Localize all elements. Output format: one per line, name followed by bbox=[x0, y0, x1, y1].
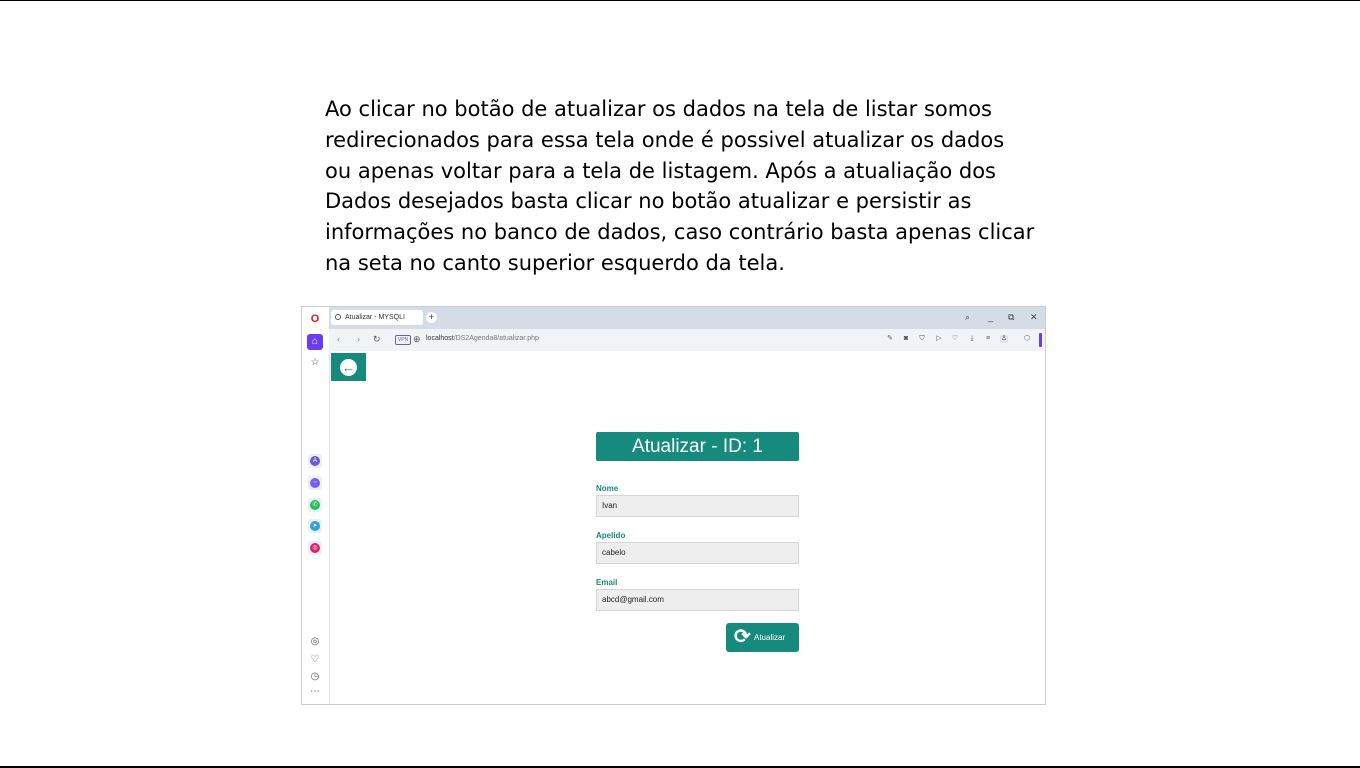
new-tab-button[interactable]: + bbox=[426, 312, 437, 323]
apelido-label: Apelido bbox=[596, 531, 626, 540]
url-host: localhost bbox=[426, 335, 454, 342]
globe-icon bbox=[335, 314, 341, 320]
opera-logo-icon[interactable]: O bbox=[309, 313, 321, 325]
nome-input[interactable]: Ivan bbox=[596, 495, 799, 517]
back-button[interactable]: ← bbox=[331, 353, 366, 381]
close-icon[interactable]: ✕ bbox=[1030, 311, 1038, 323]
download-icon[interactable]: ⤓ bbox=[968, 335, 976, 343]
target-icon[interactable]: ◎ bbox=[309, 636, 321, 648]
address-bar: ‹ › ↻ VPN ⊕ localhost/DS2Agenda8/atualiz… bbox=[329, 329, 1045, 352]
url-field[interactable]: localhost/DS2Agenda8/atualizar.php bbox=[426, 334, 539, 344]
tab-atualizar[interactable]: Atualizar - MYSQLI bbox=[331, 310, 423, 325]
site-info-icon[interactable]: ⊕ bbox=[413, 333, 421, 345]
minimize-icon[interactable]: _ bbox=[988, 311, 993, 323]
email-label: Email bbox=[596, 578, 618, 587]
history-icon[interactable]: ◷ bbox=[309, 671, 321, 683]
apelido-input[interactable]: cabelo bbox=[596, 542, 799, 564]
form-title: Atualizar - ID: 1 bbox=[596, 432, 799, 461]
search-icon[interactable]: ⌕ bbox=[965, 311, 970, 323]
description-line: Ao clicar no botão de atualizar os dados… bbox=[325, 97, 992, 121]
home-icon[interactable]: ⌂ bbox=[307, 334, 323, 350]
description-line: ou apenas voltar para a tela de listagem… bbox=[325, 158, 996, 183]
back-nav-icon[interactable]: ‹ bbox=[337, 333, 340, 345]
tab-title: Atualizar - MYSQLI bbox=[345, 314, 405, 321]
play-icon[interactable]: ▷ bbox=[935, 335, 943, 343]
url-path: /DS2Agenda8/atualizar.php bbox=[453, 335, 539, 342]
tab-bar: Atualizar - MYSQLI + ⌕ _ ⧉ ✕ bbox=[329, 307, 1045, 329]
forward-nav-icon[interactable]: › bbox=[357, 333, 360, 345]
browser-screenshot: O ⌂ ☆ A ~ ✆ ➤ ◎ ◎ ♡ ◷ ⋯ Atualizar - MYSQ… bbox=[301, 306, 1046, 705]
arrow-left-icon: ← bbox=[340, 359, 357, 376]
star-icon[interactable]: ☆ bbox=[309, 357, 321, 369]
description-line: informações no banco de dados, caso cont… bbox=[325, 220, 1035, 245]
camera-icon[interactable]: ◙ bbox=[902, 335, 910, 343]
page-content: ← Atualizar - ID: 1 Nome Ivan Apelido ca… bbox=[330, 351, 1045, 704]
whatsapp-icon[interactable]: ✆ bbox=[308, 498, 322, 512]
description-line: Dados desejados basta clicar no botão at… bbox=[325, 189, 972, 214]
atualizar-button[interactable]: ⟳ Atualizar bbox=[726, 623, 799, 652]
cube-icon[interactable]: ⬡ bbox=[1023, 335, 1031, 343]
accent-bar bbox=[1039, 333, 1042, 347]
menu-icon[interactable]: ≡ bbox=[984, 335, 992, 343]
heart-icon[interactable]: ♡ bbox=[309, 654, 321, 666]
reload-icon[interactable]: ↻ bbox=[373, 333, 381, 345]
email-input[interactable]: abcd@gmail.com bbox=[596, 589, 799, 611]
atualizar-button-label: Atualizar bbox=[754, 633, 786, 642]
description-line: redirecionados para essa tela onde é pos… bbox=[325, 127, 1005, 152]
nome-label: Nome bbox=[596, 484, 619, 493]
instagram-icon[interactable]: ◎ bbox=[308, 541, 322, 555]
description-line: na seta no canto superior esquerdo da te… bbox=[325, 250, 785, 275]
vpn-badge[interactable]: VPN bbox=[395, 335, 411, 345]
heart-icon[interactable]: ♡ bbox=[951, 335, 959, 343]
telegram-icon[interactable]: ➤ bbox=[308, 519, 322, 533]
refresh-icon: ⟳ bbox=[734, 626, 751, 648]
browser-sidebar: O ⌂ ☆ A ~ ✆ ➤ ◎ ◎ ♡ ◷ ⋯ bbox=[302, 307, 330, 704]
top-rule bbox=[0, 0, 1360, 1]
shield-icon[interactable]: ⛉ bbox=[918, 335, 926, 343]
profile-icon[interactable]: ♙ bbox=[1000, 335, 1008, 343]
edit-icon[interactable]: ✎ bbox=[886, 335, 894, 343]
aria-icon[interactable]: A bbox=[308, 454, 322, 468]
messenger-icon[interactable]: ~ bbox=[308, 476, 322, 490]
restore-icon[interactable]: ⧉ bbox=[1008, 311, 1014, 323]
more-icon[interactable]: ⋯ bbox=[309, 686, 321, 698]
description-text: Ao clicar no botão de atualizar os dados… bbox=[325, 94, 1045, 279]
